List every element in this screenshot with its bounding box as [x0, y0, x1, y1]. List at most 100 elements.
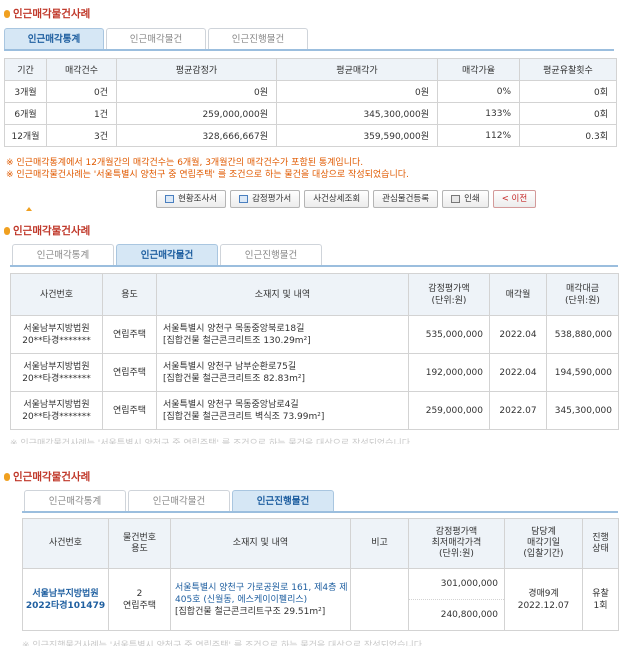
- col-header: 소재지 및 내역: [156, 273, 409, 316]
- condition-note: ※ 인근매각물건사례는 '서울특별시 양천구 중 연립주택' 를 조건으로 하는…: [6, 170, 409, 180]
- faded-note: ※ 인근진행물건사례는 '서울특별시 양천구 중 연립주택' 를 조건으로 하는…: [22, 641, 425, 646]
- sold-items-table: 사건번호 용도 소재지 및 내역 감정평가액 (단위:원) 매각월 매각대금 (…: [10, 273, 619, 430]
- case-number-cell: 서울남부지방법원 20**타경*******: [10, 391, 103, 430]
- col-header: 평균매각가: [276, 58, 438, 81]
- sale-month-cell: 2022.04: [489, 315, 547, 354]
- tab-sold-items[interactable]: 인근매각물건: [106, 28, 206, 50]
- tab-ongoing-items[interactable]: 인근진행물건: [232, 490, 334, 512]
- sale-rate-cell: 0%: [437, 80, 520, 103]
- col-header: 감정평가액 최저매각가격 (단위:원): [408, 518, 505, 569]
- col-header: 사건번호: [22, 518, 109, 569]
- tab-ongoing-items[interactable]: 인근진행물건: [220, 244, 322, 266]
- table-header-row: 기간 매각건수 평균감정가 평균매각가 매각가율 평균유찰횟수: [4, 58, 617, 81]
- print-button[interactable]: 인쇄: [442, 190, 489, 208]
- case-detail-button[interactable]: 사건상세조회: [304, 190, 370, 208]
- table-row[interactable]: 서울남부지방법원 20**타경******* 연립주택 서울특별시 양천구 남부순…: [10, 353, 619, 392]
- appraisal-cell: 535,000,000: [408, 315, 490, 354]
- min-price-value: 240,800,000: [440, 610, 498, 620]
- section2-title: 인근매각물건사례: [4, 223, 90, 238]
- table-row: 3개월 0건 0원 0원 0% 0회: [4, 80, 617, 103]
- col-header: 평균유찰횟수: [519, 58, 617, 81]
- col-header: 물건번호 용도: [108, 518, 171, 569]
- stats-table: 기간 매각건수 평균감정가 평균매각가 매각가율 평균유찰횟수 3개월 0건 0…: [4, 58, 617, 147]
- avg-appraisal-cell: 259,000,000원: [116, 102, 277, 125]
- section1-tabs: 인근매각통계 인근매각물건 인근진행물건: [4, 28, 310, 50]
- action-toolbar: 현황조사서 감정평가서 사건상세조회 관심물건등록 인쇄 < 이전: [152, 190, 537, 208]
- watchlist-add-button[interactable]: 관심물건등록: [373, 190, 439, 208]
- table-row: 12개월 3건 328,666,667원 359,590,000원 112% 0…: [4, 124, 617, 147]
- address-cell: 서울특별시 양천구 남부순환로75길 [집합건물 철근콘크리트조 82.83m²]: [156, 353, 409, 392]
- col-header: 매각가율: [437, 58, 520, 81]
- tab-underline: [22, 511, 618, 513]
- table-row[interactable]: 서울남부지방법원 20**타경******* 연립주택 서울특별시 양천구 목동중…: [10, 315, 619, 354]
- bullet-icon: [4, 227, 10, 235]
- col-header: 소재지 및 내역: [170, 518, 351, 569]
- tab-sold-items[interactable]: 인근매각물건: [128, 490, 230, 512]
- item-use-cell: 2 연립주택: [108, 568, 171, 631]
- sale-price-cell: 345,300,000: [546, 391, 619, 430]
- address-cell: 서울특별시 양천구 목동중앙남로4길 [집합건물 철근콘크리트 벽식조 73.99…: [156, 391, 409, 430]
- section1-title: 인근매각물건사례: [4, 6, 90, 21]
- tab-sale-stats[interactable]: 인근매각통계: [4, 28, 104, 50]
- period-cell: 3개월: [4, 80, 47, 103]
- col-header: 매각건수: [46, 58, 117, 81]
- case-number-cell[interactable]: 서울남부지방법원 2022타경101479: [22, 568, 109, 631]
- section2-tabs: 인근매각통계 인근매각물건 인근진행물건: [12, 244, 324, 266]
- count-cell: 0건: [46, 80, 117, 103]
- tab-sale-stats[interactable]: 인근매각통계: [24, 490, 126, 512]
- remark-cell: [350, 568, 409, 631]
- address-link[interactable]: 서울특별시 양천구 가로공원로 161, 제4층 제405호 (신월동, 에스케…: [175, 582, 350, 606]
- count-cell: 3건: [46, 124, 117, 147]
- appraisal-value: 301,000,000: [409, 569, 504, 600]
- avg-sale-cell: 0원: [276, 80, 438, 103]
- survey-report-button[interactable]: 현황조사서: [156, 190, 227, 208]
- avg-appraisal-cell: 328,666,667원: [116, 124, 277, 147]
- caret-up-icon: [26, 207, 32, 211]
- sale-month-cell: 2022.04: [489, 353, 547, 392]
- table-row[interactable]: 서울남부지방법원 2022타경101479 2 연립주택 서울특별시 양천구 가로공…: [22, 568, 619, 631]
- address-cell: 서울특별시 양천구 목동중앙북로18길 [집합건물 철근콘크리트조 130.29m…: [156, 315, 409, 354]
- avg-sale-cell: 359,590,000원: [276, 124, 438, 147]
- address-cell[interactable]: 서울특별시 양천구 가로공원로 161, 제4층 제405호 (신월동, 에스케…: [170, 568, 351, 631]
- avg-fail-cell: 0회: [519, 80, 617, 103]
- status-cell: 유찰 1회: [582, 568, 619, 631]
- document-icon: [165, 195, 174, 203]
- faded-note: ※ 인근매각물건사례는 '서울특별시 양천구 중 연립주택' 를 조건으로 하는…: [10, 439, 413, 444]
- price-cell: 301,000,000 240,800,000: [408, 568, 505, 631]
- case-number-cell: 서울남부지방법원 20**타경*******: [10, 315, 103, 354]
- section3-title: 인근매각물건사례: [4, 469, 90, 484]
- avg-appraisal-cell: 0원: [116, 80, 277, 103]
- use-cell: 연립주택: [102, 315, 157, 354]
- col-header: 매각월: [489, 273, 547, 316]
- period-cell: 12개월: [4, 124, 47, 147]
- avg-fail-cell: 0.3회: [519, 124, 617, 147]
- table-row[interactable]: 서울남부지방법원 20**타경******* 연립주택 서울특별시 양천구 목동중…: [10, 391, 619, 430]
- sale-rate-cell: 133%: [437, 102, 520, 125]
- tab-underline: [4, 49, 614, 51]
- tab-sold-items[interactable]: 인근매각물건: [116, 244, 218, 266]
- col-header: 사건번호: [10, 273, 103, 316]
- col-header: 매각대금 (단위:원): [546, 273, 619, 316]
- appraisal-cell: 259,000,000: [408, 391, 490, 430]
- period-cell: 6개월: [4, 102, 47, 125]
- col-header: 기간: [4, 58, 47, 81]
- col-header: 진행 상태: [582, 518, 619, 569]
- case-number-cell: 서울남부지방법원 20**타경*******: [10, 353, 103, 392]
- col-header: 담당계 매각기일 (입찰기간): [504, 518, 583, 569]
- table-header-row: 사건번호 용도 소재지 및 내역 감정평가액 (단위:원) 매각월 매각대금 (…: [10, 273, 619, 316]
- appraisal-cell: 192,000,000: [408, 353, 490, 392]
- use-cell: 연립주택: [102, 353, 157, 392]
- bullet-icon: [4, 473, 10, 481]
- table-row: 6개월 1건 259,000,000원 345,300,000원 133% 0회: [4, 102, 617, 125]
- appraisal-report-button[interactable]: 감정평가서: [230, 190, 301, 208]
- avg-sale-cell: 345,300,000원: [276, 102, 438, 125]
- tab-ongoing-items[interactable]: 인근진행물건: [208, 28, 308, 50]
- col-header: 감정평가액 (단위:원): [408, 273, 490, 316]
- stats-note: ※ 인근매각통계에서 12개월간의 매각건수는 6개월, 3개월간의 매각건수가…: [6, 158, 364, 168]
- tab-sale-stats[interactable]: 인근매각통계: [12, 244, 114, 266]
- back-button[interactable]: < 이전: [492, 190, 537, 208]
- col-header: 평균감정가: [116, 58, 277, 81]
- section3-tabs: 인근매각통계 인근매각물건 인근진행물건: [24, 490, 336, 512]
- count-cell: 1건: [46, 102, 117, 125]
- col-header: 용도: [102, 273, 157, 316]
